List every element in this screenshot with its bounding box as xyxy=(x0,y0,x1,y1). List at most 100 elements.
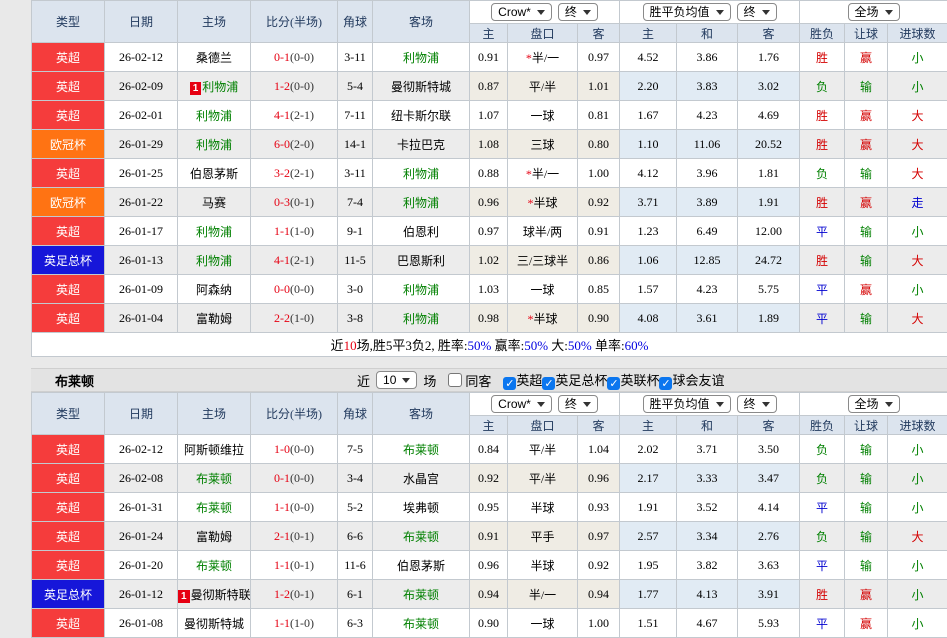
league-badge: 英超 xyxy=(32,101,105,130)
match-date: 26-01-25 xyxy=(105,159,178,188)
handicap-text: 三球 xyxy=(530,138,554,152)
result-goals: 小 xyxy=(888,580,947,609)
handicap-line: 一球 xyxy=(508,101,578,130)
match-row: 英超26-02-12阿斯顿维拉1-0(0-0)7-5布莱顿0.84平/半1.04… xyxy=(32,435,947,464)
home-team-name: 利物浦 xyxy=(196,138,232,152)
recent-count-select[interactable]: 10 xyxy=(376,371,417,389)
fulltime-score: 3-2 xyxy=(274,166,290,180)
odds-company-select[interactable]: Crow* xyxy=(491,3,552,21)
match-date: 26-01-09 xyxy=(105,275,178,304)
match-date: 26-02-12 xyxy=(105,43,178,72)
home-team: 利物浦 xyxy=(178,246,251,275)
home-odds: 0.95 xyxy=(470,493,508,522)
home-odds: 0.96 xyxy=(470,188,508,217)
result-wdl: 负 xyxy=(800,522,845,551)
match-score: 1-1(1-0) xyxy=(251,217,338,246)
avg-home-odds: 1.06 xyxy=(620,246,677,275)
corner-count: 3-11 xyxy=(338,43,373,72)
result-wdl: 胜 xyxy=(800,43,845,72)
avg-draw-odds: 3.61 xyxy=(677,304,738,333)
result-goals: 大 xyxy=(888,130,947,159)
odds-time-select[interactable]: 终 xyxy=(558,3,598,21)
match-score: 4-1(2-1) xyxy=(251,246,338,275)
avg-home-odds: 1.23 xyxy=(620,217,677,246)
col-score: 比分(半场) xyxy=(251,1,338,43)
avg-draw-odds: 3.89 xyxy=(677,188,738,217)
league-checkbox[interactable]: ✓ xyxy=(503,377,516,390)
home-odds: 0.97 xyxy=(470,217,508,246)
avg-time-select[interactable]: 终 xyxy=(737,3,777,21)
away-odds: 0.92 xyxy=(578,188,620,217)
home-odds: 0.91 xyxy=(470,43,508,72)
league-badge: 英超 xyxy=(32,522,105,551)
match-row: 英超26-01-20布莱顿1-1(0-1)11-6伯恩茅斯0.96半球0.921… xyxy=(32,551,947,580)
home-odds: 0.91 xyxy=(470,522,508,551)
summary-segment: 50% xyxy=(524,338,548,353)
result-handicap: 输 xyxy=(845,246,888,275)
avg-type-select[interactable]: 胜平负均值 xyxy=(643,395,731,413)
avg-away-odds: 20.52 xyxy=(738,130,800,159)
home-odds: 0.94 xyxy=(470,580,508,609)
result-wdl: 负 xyxy=(800,159,845,188)
halftime-score: (2-1) xyxy=(290,166,314,180)
avg-home-odds: 1.91 xyxy=(620,493,677,522)
away-odds: 0.97 xyxy=(578,43,620,72)
summary-segment: 大: xyxy=(548,338,568,353)
handicap-text: 平/半 xyxy=(529,472,556,486)
scope-select[interactable]: 全场 xyxy=(848,3,900,21)
col-avg-away: 客 xyxy=(738,24,800,43)
home-odds: 0.88 xyxy=(470,159,508,188)
halftime-score: (0-0) xyxy=(290,471,314,485)
home-team: 富勒姆 xyxy=(178,522,251,551)
corner-count: 6-3 xyxy=(338,609,373,638)
result-wdl: 负 xyxy=(800,72,845,101)
match-score: 3-2(2-1) xyxy=(251,159,338,188)
avg-controls: 胜平负均值终 xyxy=(620,1,800,24)
home-team: 马赛 xyxy=(178,188,251,217)
chevron-down-icon xyxy=(402,378,410,387)
halftime-score: (0-0) xyxy=(290,282,314,296)
handicap-text: 平/半 xyxy=(529,443,556,457)
avg-away-odds: 5.75 xyxy=(738,275,800,304)
fulltime-score: 0-1 xyxy=(274,50,290,64)
col-res-goals: 进球数 xyxy=(888,24,947,43)
match-date: 26-02-09 xyxy=(105,72,178,101)
scope-select[interactable]: 全场 xyxy=(848,395,900,413)
avg-home-odds: 1.57 xyxy=(620,275,677,304)
avg-type-select[interactable]: 胜平负均值 xyxy=(643,3,731,21)
avg-away-odds: 4.14 xyxy=(738,493,800,522)
handicap-text: 球半/两 xyxy=(523,225,562,239)
match-row: 英超26-02-12桑德兰0-1(0-0)3-11利物浦0.91*半/一0.97… xyxy=(32,43,947,72)
handicap-text: 半/一 xyxy=(532,167,559,181)
result-handicap: 赢 xyxy=(845,609,888,638)
league-checkbox[interactable]: ✓ xyxy=(607,377,620,390)
avg-away-odds: 1.76 xyxy=(738,43,800,72)
summary-segment: 近 xyxy=(331,338,344,353)
avg-controls: 胜平负均值终 xyxy=(620,393,800,416)
match-date: 26-02-12 xyxy=(105,435,178,464)
league-badge: 英超 xyxy=(32,464,105,493)
match-score: 1-1(1-0) xyxy=(251,609,338,638)
home-team-name: 阿斯顿维拉 xyxy=(184,443,244,457)
odds-time-select[interactable]: 终 xyxy=(558,395,598,413)
league-checkbox[interactable]: ✓ xyxy=(542,377,555,390)
away-team-name: 埃弗顿 xyxy=(403,501,439,515)
away-odds: 0.92 xyxy=(578,551,620,580)
league-checkbox[interactable]: ✓ xyxy=(659,377,672,390)
brighton-section-bar: 布莱顿 近 10 场 同客 ✓英超✓英足总杯✓英联杯✓球会友谊 xyxy=(31,368,947,392)
match-date: 26-01-24 xyxy=(105,522,178,551)
avg-away-odds: 3.50 xyxy=(738,435,800,464)
result-goals: 走 xyxy=(888,188,947,217)
corner-count: 7-11 xyxy=(338,101,373,130)
handicap-text: 半球 xyxy=(530,501,554,515)
result-handicap: 输 xyxy=(845,435,888,464)
result-wdl: 胜 xyxy=(800,130,845,159)
league-checkboxes: ✓英超✓英足总杯✓英联杯✓球会友谊 xyxy=(503,370,724,390)
home-team-name: 利物浦 xyxy=(202,80,238,94)
odds-company-select[interactable]: Crow* xyxy=(491,395,552,413)
avg-time-select[interactable]: 终 xyxy=(737,395,777,413)
avg-away-odds: 24.72 xyxy=(738,246,800,275)
same-away-checkbox[interactable] xyxy=(448,373,462,387)
home-odds: 0.84 xyxy=(470,435,508,464)
away-team-name: 利物浦 xyxy=(403,312,439,326)
